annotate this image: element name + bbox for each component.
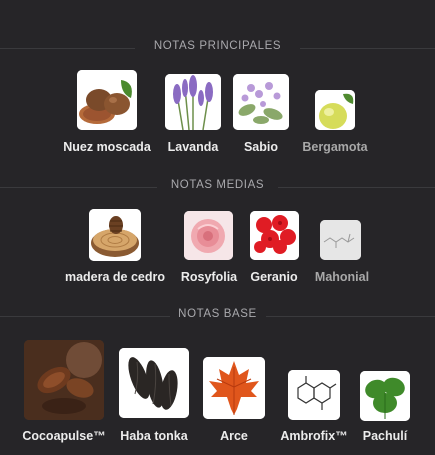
note-haba-tonka[interactable]: Haba tonka (112, 338, 196, 446)
note-label: Pachulí (362, 429, 408, 443)
patchouli-icon (360, 371, 410, 421)
geranium-icon (250, 211, 299, 260)
section-title: NOTAS BASE (178, 308, 257, 320)
section-header-principales: NOTAS PRINCIPALES (0, 40, 435, 56)
note-ambrofix[interactable]: Ambrofix™ (272, 338, 356, 446)
note-lavanda[interactable]: Lavanda (158, 70, 228, 156)
sage-icon (233, 74, 289, 130)
note-cocoapulse[interactable]: Cocoapulse™ (18, 338, 110, 446)
nutmeg-icon (77, 70, 137, 130)
note-geranio[interactable]: Geranio (244, 209, 304, 295)
note-arce[interactable]: Arce (198, 338, 270, 446)
note-label: Rosyfolia (180, 270, 238, 284)
section-title: NOTAS MEDIAS (170, 179, 265, 191)
note-mahonial[interactable]: Mahonial (307, 209, 377, 295)
section-title: NOTAS PRINCIPALES (153, 40, 282, 52)
note-label: Nuez moscada (63, 140, 151, 154)
section-header-base: NOTAS BASE (0, 308, 435, 324)
note-label: Geranio (250, 270, 298, 284)
note-label: Sabio (243, 140, 279, 154)
note-label: Ambrofix™ (280, 429, 348, 443)
tonka-bean-icon (119, 348, 189, 418)
section-header-medias: NOTAS MEDIAS (0, 179, 435, 195)
note-nuez-moscada[interactable]: Nuez moscada (55, 70, 159, 156)
cocoa-icon (24, 340, 104, 420)
note-label: Lavanda (167, 140, 219, 154)
rose-icon (184, 211, 233, 260)
note-label: Arce (220, 429, 248, 443)
note-sabio[interactable]: Sabio (231, 70, 291, 156)
molecule-icon (288, 370, 340, 420)
note-label: Mahonial (314, 270, 370, 284)
bergamot-icon (315, 90, 355, 130)
note-madera-de-cedro[interactable]: madera de cedro (58, 209, 172, 295)
note-label: Haba tonka (120, 429, 188, 443)
lavender-icon (165, 74, 221, 130)
molecule-icon (320, 220, 361, 260)
note-label: Cocoapulse™ (22, 429, 106, 443)
note-label: Bergamota (302, 140, 368, 154)
maple-leaf-icon (203, 357, 265, 419)
cedar-wood-icon (89, 209, 141, 261)
note-rosyfolia[interactable]: Rosyfolia (176, 209, 242, 295)
note-pachuli[interactable]: Pachulí (354, 338, 416, 446)
note-bergamota[interactable]: Bergamota (294, 70, 376, 156)
note-label: madera de cedro (64, 270, 166, 284)
